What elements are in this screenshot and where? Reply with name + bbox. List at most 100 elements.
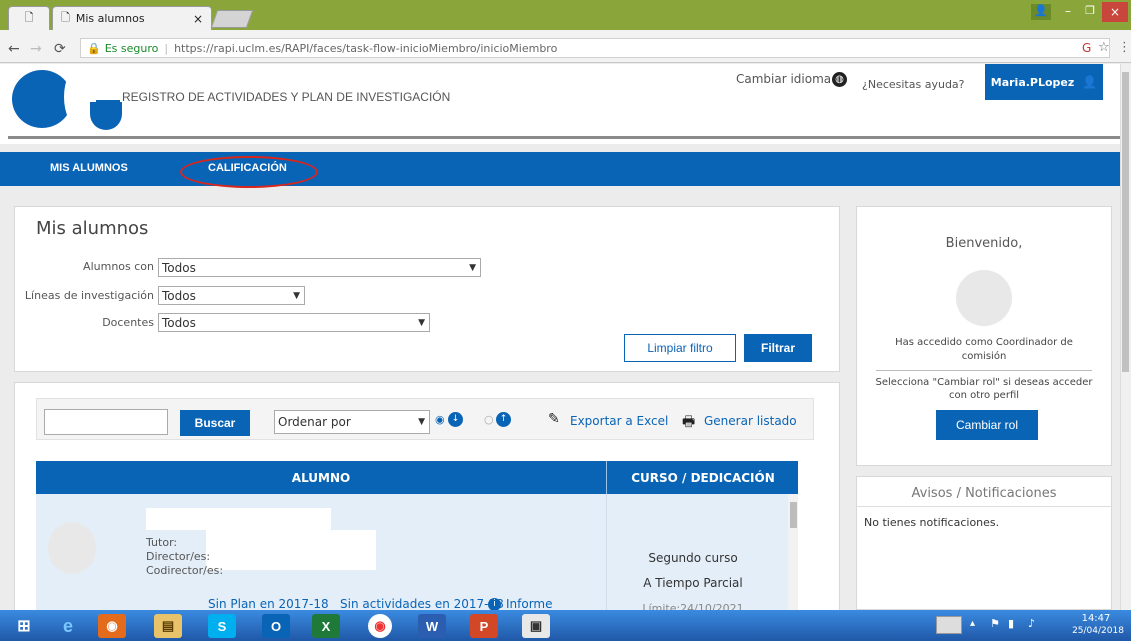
logo-bowl-icon bbox=[90, 102, 122, 130]
clock-date[interactable]: 25/04/2018 bbox=[1070, 626, 1126, 636]
chevron-down-icon: ▼ bbox=[418, 417, 425, 427]
sidebar-divider bbox=[876, 370, 1092, 371]
change-language-link[interactable]: Cambiar idioma bbox=[736, 72, 831, 86]
page-title: Mis alumnos bbox=[36, 218, 149, 239]
welcome-title: Bienvenido, bbox=[945, 236, 1023, 251]
network-icon[interactable]: ▮ bbox=[1008, 617, 1014, 630]
tutor-label: Tutor: bbox=[146, 536, 178, 549]
main-nav bbox=[0, 152, 1120, 186]
page-scrollbar-thumb[interactable] bbox=[1122, 72, 1129, 372]
report-link[interactable]: Informe bbox=[506, 597, 553, 610]
course-value: Segundo curso bbox=[648, 551, 738, 565]
table-row[interactable]: Tutor: Director/es: Codirector/es: Sin P… bbox=[36, 494, 798, 610]
help-link[interactable]: ¿Necesitas ayuda? bbox=[862, 78, 965, 91]
chevron-down-icon: ▼ bbox=[469, 262, 476, 273]
alumnos-con-label: Alumnos con bbox=[83, 260, 154, 273]
alumnos-con-select[interactable]: Todos ▼ bbox=[158, 258, 481, 277]
clear-filter-button[interactable]: Limpiar filtro bbox=[624, 334, 736, 362]
role-text: Has accedido como Coordinador de comisió… bbox=[895, 337, 1073, 362]
notifications-title: Avisos / Notificaciones bbox=[911, 486, 1057, 501]
activities-status-link[interactable]: Sin actividades en 2017-18 bbox=[340, 597, 504, 610]
nav-item-mis-alumnos[interactable]: MIS ALUMNOS bbox=[50, 162, 128, 174]
docentes-label: Docentes bbox=[102, 316, 154, 329]
app-title: REGISTRO DE ACTIVIDADES Y PLAN DE INVEST… bbox=[122, 90, 451, 104]
change-role-hint: Selecciona "Cambiar rol" si deseas acced… bbox=[875, 377, 1093, 401]
flag-icon[interactable]: ⚑ bbox=[990, 617, 1000, 630]
sort-asc-radio[interactable]: ○ bbox=[484, 413, 494, 426]
docentes-select[interactable]: Todos ▼ bbox=[158, 313, 430, 332]
director-label: Director/es: bbox=[146, 550, 211, 563]
limit-value: Límite:24/10/2021 bbox=[642, 602, 744, 610]
maximize-icon[interactable]: ❐ bbox=[1080, 4, 1100, 20]
sort-select[interactable]: Ordenar por ▼ bbox=[274, 410, 430, 434]
plan-status-link[interactable]: Sin Plan en 2017-18 bbox=[208, 597, 329, 610]
dedication-value: A Tiempo Parcial bbox=[643, 576, 743, 590]
skype-icon[interactable]: S bbox=[208, 614, 236, 638]
redacted-details bbox=[206, 530, 376, 570]
chevron-down-icon: ▼ bbox=[293, 290, 300, 301]
menu-icon[interactable]: ⋮ bbox=[1118, 40, 1131, 55]
ie-icon[interactable]: e bbox=[54, 614, 82, 638]
generate-list-link[interactable]: Generar listado bbox=[704, 414, 797, 428]
search-input[interactable] bbox=[44, 409, 168, 435]
info-icon: i bbox=[488, 598, 501, 610]
excel-icon[interactable]: X bbox=[312, 614, 340, 638]
file-explorer-icon[interactable]: ▤ bbox=[154, 614, 182, 638]
page-icon: 🗋 bbox=[24, 11, 34, 24]
back-icon[interactable]: ← bbox=[8, 41, 20, 57]
firefox-icon[interactable]: ◉ bbox=[98, 614, 126, 638]
security-label: Es seguro bbox=[104, 41, 159, 55]
close-tab-icon[interactable]: × bbox=[193, 12, 203, 26]
new-tab-button[interactable] bbox=[210, 10, 254, 28]
lineas-select[interactable]: Todos ▼ bbox=[158, 286, 305, 305]
previous-tab[interactable]: 🗋 bbox=[8, 6, 50, 30]
url-text: https://rapi.uclm.es/RAPI/faces/task-flo… bbox=[174, 41, 558, 55]
export-excel-icon[interactable]: ✎ bbox=[548, 411, 560, 427]
page-icon: 🗋 bbox=[61, 11, 70, 24]
students-table-header: ALUMNO CURSO / DEDICACIÓN bbox=[36, 461, 798, 494]
sort-desc-radio[interactable]: ◉ bbox=[435, 413, 445, 426]
search-button[interactable]: Buscar bbox=[180, 410, 250, 436]
highlight-annotation bbox=[180, 156, 318, 188]
codirector-label: Codirector/es: bbox=[146, 564, 224, 577]
forward-icon[interactable]: → bbox=[30, 41, 42, 57]
start-icon[interactable]: ⊞ bbox=[10, 614, 38, 638]
clock-time[interactable]: 14:47 bbox=[1076, 613, 1116, 624]
close-window-icon[interactable]: × bbox=[1102, 2, 1128, 22]
outlook-icon[interactable]: O bbox=[262, 614, 290, 638]
user-icon: 👤 bbox=[1082, 75, 1098, 89]
page-viewport: REGISTRO DE ACTIVIDADES Y PLAN DE INVEST… bbox=[0, 64, 1120, 610]
url-input[interactable]: 🔒 Es seguro | https://rapi.uclm.es/RAPI/… bbox=[80, 38, 1110, 58]
extension-icon[interactable]: G bbox=[1082, 41, 1091, 55]
logo-circle-icon bbox=[12, 70, 72, 128]
filter-button[interactable]: Filtrar bbox=[744, 334, 812, 362]
chrome-icon[interactable]: ◉ bbox=[368, 614, 392, 638]
printer-icon[interactable]: 🖶 bbox=[682, 411, 695, 435]
export-excel-link[interactable]: Exportar a Excel bbox=[570, 414, 668, 428]
volume-icon[interactable]: ♪ bbox=[1028, 617, 1035, 630]
chevron-down-icon: ▼ bbox=[418, 317, 425, 328]
column-header-alumno: ALUMNO bbox=[291, 471, 351, 485]
user-menu-button[interactable]: Maria.PLopez 👤 bbox=[985, 64, 1103, 100]
notifications-empty: No tienes notificaciones. bbox=[864, 516, 1000, 529]
powerpoint-icon[interactable]: P bbox=[470, 614, 498, 638]
app-window-icon[interactable]: ▣ bbox=[522, 614, 550, 638]
sort-asc-icon: ↑ bbox=[496, 412, 511, 427]
tab-title: Mis alumnos bbox=[75, 12, 145, 25]
table-scrollbar-thumb[interactable] bbox=[790, 502, 797, 528]
change-role-button[interactable]: Cambiar rol bbox=[936, 410, 1038, 440]
keyboard-icon[interactable] bbox=[936, 616, 962, 634]
globe-icon[interactable]: ◍ bbox=[832, 72, 847, 87]
minimize-icon[interactable]: – bbox=[1058, 4, 1078, 20]
tray-expand-icon[interactable]: ▴ bbox=[970, 618, 975, 629]
column-header-curso: CURSO / DEDICACIÓN bbox=[631, 471, 775, 485]
active-tab[interactable]: 🗋 Mis alumnos × bbox=[52, 6, 212, 30]
profile-icon[interactable]: 👤 bbox=[1031, 4, 1051, 20]
word-icon[interactable]: W bbox=[418, 614, 446, 638]
user-name: Maria.PLopez bbox=[990, 75, 1075, 89]
lineas-label: Líneas de investigación bbox=[24, 289, 154, 302]
reload-icon[interactable]: ⟳ bbox=[54, 41, 66, 57]
bookmark-star-icon[interactable]: ☆ bbox=[1098, 40, 1110, 55]
header-divider bbox=[8, 136, 1120, 139]
sort-desc-icon: ↓ bbox=[448, 412, 463, 427]
